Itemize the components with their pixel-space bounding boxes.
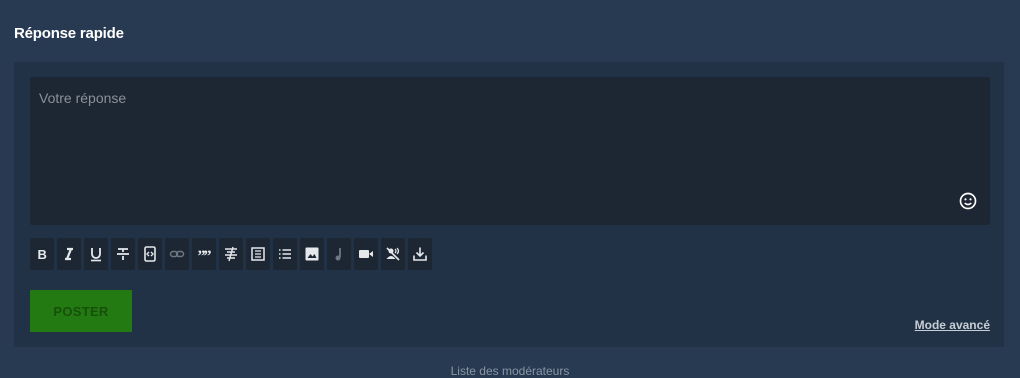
section-title: Réponse rapide (14, 25, 124, 42)
link-button[interactable] (165, 238, 189, 270)
quick-reply-panel: B ”” (14, 62, 1004, 347)
reply-editor (30, 77, 990, 225)
image-button[interactable] (300, 238, 324, 270)
svg-text:”: ” (204, 248, 212, 262)
emoji-icon[interactable] (958, 191, 978, 211)
moderators-list-link[interactable]: Liste des modérateurs (0, 364, 1020, 378)
bold-button[interactable]: B (30, 238, 54, 270)
strikethrough-icon (117, 248, 129, 260)
download-icon (413, 247, 427, 261)
video-icon (359, 250, 373, 258)
quote-button[interactable]: ”” (192, 238, 216, 270)
reply-textarea[interactable] (30, 77, 990, 225)
quote-icon: ”” (198, 248, 212, 262)
svg-text:B: B (38, 247, 47, 262)
image-icon (305, 247, 319, 261)
formatting-toolbar: B ”” (30, 238, 432, 270)
list-button[interactable] (273, 238, 297, 270)
code-icon (144, 246, 156, 262)
bold-icon: B (38, 247, 47, 262)
italic-icon (65, 247, 73, 261)
spoiler-button[interactable] (246, 238, 270, 270)
video-button[interactable] (354, 238, 378, 270)
no-voice-button[interactable] (381, 238, 405, 270)
voice-off-icon (386, 247, 400, 261)
align-button[interactable] (219, 238, 243, 270)
post-button[interactable]: POSTER (30, 290, 132, 332)
music-button[interactable] (327, 238, 351, 270)
code-button[interactable] (138, 238, 162, 270)
strikethrough-button[interactable] (111, 238, 135, 270)
align-icon (225, 246, 237, 262)
advanced-mode-link[interactable]: Mode avancé (915, 318, 990, 332)
list-icon (279, 249, 291, 259)
download-button[interactable] (408, 238, 432, 270)
underline-button[interactable] (84, 238, 108, 270)
italic-button[interactable] (57, 238, 81, 270)
link-icon (169, 250, 185, 258)
spoiler-icon (251, 247, 265, 261)
underline-icon (91, 248, 101, 262)
music-icon (335, 248, 341, 261)
